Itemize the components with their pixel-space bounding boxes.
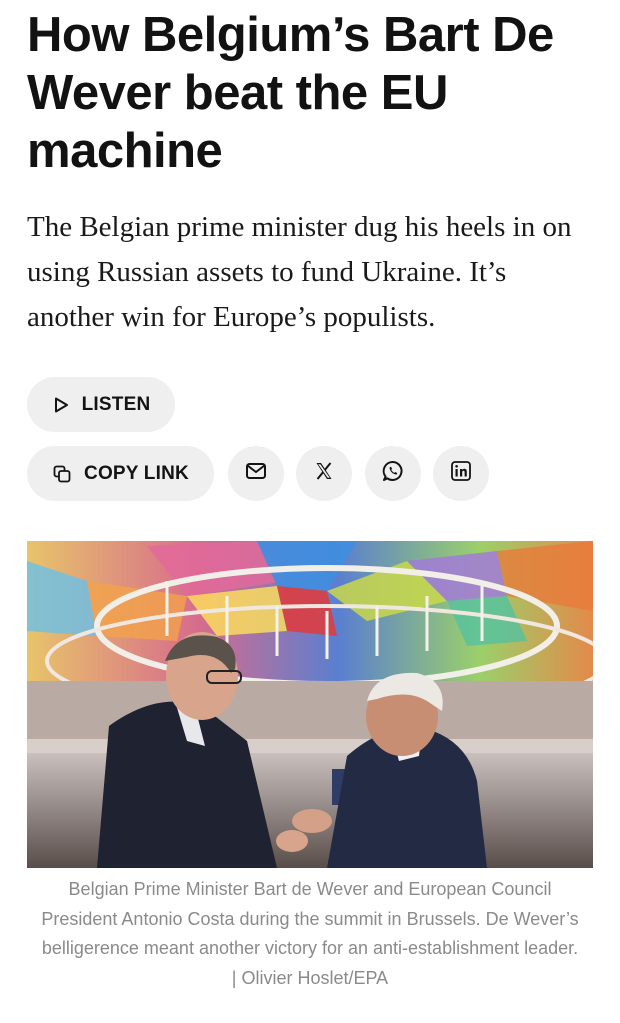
- listen-label: LISTEN: [81, 393, 151, 415]
- linkedin-icon: [450, 460, 472, 487]
- share-whatsapp-button[interactable]: [365, 446, 421, 501]
- share-linkedin-button[interactable]: [433, 446, 489, 501]
- listen-button[interactable]: LISTEN: [27, 377, 175, 432]
- article-dek: The Belgian prime minister dug his heels…: [27, 211, 572, 333]
- article-headline: How Belgium’s Bart De Wever beat the EU …: [27, 8, 554, 178]
- play-icon: [52, 396, 70, 414]
- mail-icon: [245, 462, 267, 485]
- copy-link-button[interactable]: COPY LINK: [27, 446, 214, 501]
- share-x-button[interactable]: [296, 446, 352, 501]
- article-photo: [27, 541, 593, 868]
- share-email-button[interactable]: [228, 446, 284, 501]
- copy-icon: [52, 464, 72, 484]
- copy-link-label: COPY LINK: [84, 462, 189, 484]
- x-icon: [314, 461, 334, 486]
- whatsapp-icon: [381, 459, 405, 488]
- photo-caption: Belgian Prime Minister Bart de Wever and…: [41, 879, 579, 988]
